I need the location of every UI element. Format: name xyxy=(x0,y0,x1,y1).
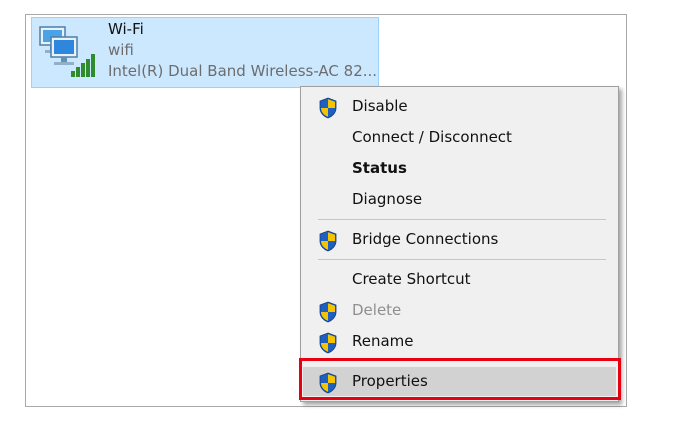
uac-shield-icon xyxy=(319,230,337,252)
menu-item-rename[interactable]: Rename xyxy=(303,327,616,356)
adapter-device: Intel(R) Dual Band Wireless-AC 82... xyxy=(108,62,378,80)
uac-shield-icon xyxy=(319,372,337,394)
menu-item-properties[interactable]: Properties xyxy=(303,367,616,396)
uac-shield-icon xyxy=(319,301,337,323)
screenshot-stage: Wi-Fi wifi Intel(R) Dual Band Wireless-A… xyxy=(0,0,700,430)
adapter-details: Wi-Fi wifi Intel(R) Dual Band Wireless-A… xyxy=(108,19,377,82)
menu-item-label: Delete xyxy=(352,301,402,319)
menu-item-label: Status xyxy=(352,159,407,177)
menu-item-disable[interactable]: Disable xyxy=(303,92,616,121)
context-menu: Disable Connect / Disconnect Status Diag… xyxy=(300,86,619,402)
uac-shield-icon xyxy=(319,332,337,354)
menu-separator xyxy=(318,219,606,220)
network-adapter-icon xyxy=(39,26,95,77)
menu-item-status[interactable]: Status xyxy=(303,154,616,183)
menu-item-diagnose[interactable]: Diagnose xyxy=(303,185,616,214)
menu-item-bridge-connections[interactable]: Bridge Connections xyxy=(303,225,616,254)
adapter-name: Wi-Fi xyxy=(108,20,144,38)
wifi-adapter-tile[interactable]: Wi-Fi wifi Intel(R) Dual Band Wireless-A… xyxy=(31,17,379,88)
menu-item-delete: Delete xyxy=(303,296,616,325)
menu-item-label: Rename xyxy=(352,332,414,350)
menu-item-connect-disconnect[interactable]: Connect / Disconnect xyxy=(303,123,616,152)
adapter-network: wifi xyxy=(108,41,134,59)
menu-item-label: Disable xyxy=(352,97,408,115)
uac-shield-icon xyxy=(319,97,337,119)
menu-item-label: Create Shortcut xyxy=(352,270,471,288)
menu-item-label: Bridge Connections xyxy=(352,230,499,248)
menu-item-create-shortcut[interactable]: Create Shortcut xyxy=(303,265,616,294)
menu-item-label: Diagnose xyxy=(352,190,423,208)
menu-separator xyxy=(318,259,606,260)
menu-item-label: Connect / Disconnect xyxy=(352,128,512,146)
menu-item-label: Properties xyxy=(352,372,428,390)
